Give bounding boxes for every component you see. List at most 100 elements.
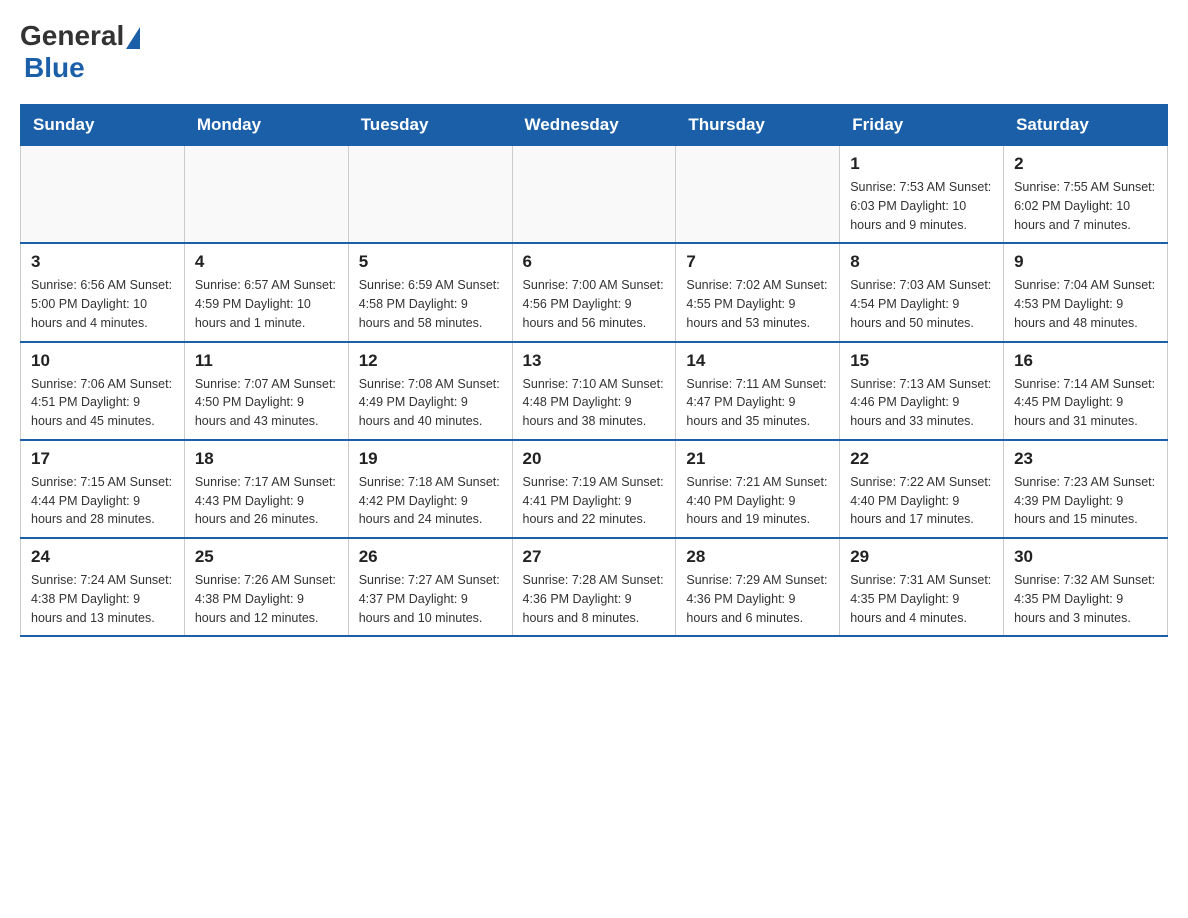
logo-triangle-icon bbox=[126, 27, 140, 49]
day-info: Sunrise: 7:17 AM Sunset: 4:43 PM Dayligh… bbox=[195, 473, 338, 529]
calendar-day-cell: 21 Sunrise: 7:21 AM Sunset: 4:40 PM Dayli… bbox=[676, 440, 840, 538]
calendar-week-row: 10 Sunrise: 7:06 AM Sunset: 4:51 PM Dayli… bbox=[21, 342, 1168, 440]
day-info: Sunrise: 7:03 AM Sunset: 4:54 PM Dayligh… bbox=[850, 276, 993, 332]
day-info: Sunrise: 7:22 AM Sunset: 4:40 PM Dayligh… bbox=[850, 473, 993, 529]
day-info: Sunrise: 7:08 AM Sunset: 4:49 PM Dayligh… bbox=[359, 375, 502, 431]
day-number: 23 bbox=[1014, 449, 1157, 469]
day-info: Sunrise: 7:29 AM Sunset: 4:36 PM Dayligh… bbox=[686, 571, 829, 627]
day-of-week-header: Monday bbox=[184, 105, 348, 146]
day-number: 19 bbox=[359, 449, 502, 469]
calendar-week-row: 1 Sunrise: 7:53 AM Sunset: 6:03 PM Daylig… bbox=[21, 146, 1168, 244]
day-info: Sunrise: 7:11 AM Sunset: 4:47 PM Dayligh… bbox=[686, 375, 829, 431]
day-info: Sunrise: 7:31 AM Sunset: 4:35 PM Dayligh… bbox=[850, 571, 993, 627]
day-number: 14 bbox=[686, 351, 829, 371]
day-of-week-header: Tuesday bbox=[348, 105, 512, 146]
day-number: 25 bbox=[195, 547, 338, 567]
calendar-day-cell bbox=[348, 146, 512, 244]
calendar-day-cell: 23 Sunrise: 7:23 AM Sunset: 4:39 PM Dayli… bbox=[1004, 440, 1168, 538]
day-of-week-header: Wednesday bbox=[512, 105, 676, 146]
calendar-day-cell: 11 Sunrise: 7:07 AM Sunset: 4:50 PM Dayli… bbox=[184, 342, 348, 440]
calendar-header-row: SundayMondayTuesdayWednesdayThursdayFrid… bbox=[21, 105, 1168, 146]
day-number: 22 bbox=[850, 449, 993, 469]
day-number: 4 bbox=[195, 252, 338, 272]
day-info: Sunrise: 7:23 AM Sunset: 4:39 PM Dayligh… bbox=[1014, 473, 1157, 529]
calendar-day-cell: 7 Sunrise: 7:02 AM Sunset: 4:55 PM Daylig… bbox=[676, 243, 840, 341]
calendar-day-cell: 25 Sunrise: 7:26 AM Sunset: 4:38 PM Dayli… bbox=[184, 538, 348, 636]
day-info: Sunrise: 7:21 AM Sunset: 4:40 PM Dayligh… bbox=[686, 473, 829, 529]
calendar-week-row: 24Sunrise: 7:24 AM Sunset: 4:38 PM Dayli… bbox=[21, 538, 1168, 636]
day-number: 3 bbox=[31, 252, 174, 272]
calendar-day-cell: 24Sunrise: 7:24 AM Sunset: 4:38 PM Dayli… bbox=[21, 538, 185, 636]
calendar-day-cell: 5Sunrise: 6:59 AM Sunset: 4:58 PM Daylig… bbox=[348, 243, 512, 341]
day-info: Sunrise: 7:55 AM Sunset: 6:02 PM Dayligh… bbox=[1014, 178, 1157, 234]
day-info: Sunrise: 7:53 AM Sunset: 6:03 PM Dayligh… bbox=[850, 178, 993, 234]
calendar-day-cell: 22 Sunrise: 7:22 AM Sunset: 4:40 PM Dayli… bbox=[840, 440, 1004, 538]
page-header: General Blue bbox=[20, 20, 1168, 84]
logo-general-text: General bbox=[20, 20, 124, 52]
day-number: 28 bbox=[686, 547, 829, 567]
day-number: 11 bbox=[195, 351, 338, 371]
calendar-day-cell bbox=[676, 146, 840, 244]
day-number: 26 bbox=[359, 547, 502, 567]
day-info: Sunrise: 7:07 AM Sunset: 4:50 PM Dayligh… bbox=[195, 375, 338, 431]
day-number: 5 bbox=[359, 252, 502, 272]
day-info: Sunrise: 7:32 AM Sunset: 4:35 PM Dayligh… bbox=[1014, 571, 1157, 627]
calendar-day-cell: 13 Sunrise: 7:10 AM Sunset: 4:48 PM Dayli… bbox=[512, 342, 676, 440]
day-info: Sunrise: 7:26 AM Sunset: 4:38 PM Dayligh… bbox=[195, 571, 338, 627]
logo-blue-text: Blue bbox=[24, 52, 85, 84]
day-number: 9 bbox=[1014, 252, 1157, 272]
day-of-week-header: Sunday bbox=[21, 105, 185, 146]
day-number: 29 bbox=[850, 547, 993, 567]
day-of-week-header: Saturday bbox=[1004, 105, 1168, 146]
calendar-day-cell: 14 Sunrise: 7:11 AM Sunset: 4:47 PM Dayli… bbox=[676, 342, 840, 440]
calendar-day-cell: 30 Sunrise: 7:32 AM Sunset: 4:35 PM Dayli… bbox=[1004, 538, 1168, 636]
calendar-day-cell: 3 Sunrise: 6:56 AM Sunset: 5:00 PM Daylig… bbox=[21, 243, 185, 341]
day-number: 1 bbox=[850, 154, 993, 174]
calendar-day-cell: 27 Sunrise: 7:28 AM Sunset: 4:36 PM Dayli… bbox=[512, 538, 676, 636]
calendar-day-cell: 8 Sunrise: 7:03 AM Sunset: 4:54 PM Daylig… bbox=[840, 243, 1004, 341]
day-info: Sunrise: 7:02 AM Sunset: 4:55 PM Dayligh… bbox=[686, 276, 829, 332]
day-number: 7 bbox=[686, 252, 829, 272]
calendar-week-row: 17 Sunrise: 7:15 AM Sunset: 4:44 PM Dayli… bbox=[21, 440, 1168, 538]
day-number: 21 bbox=[686, 449, 829, 469]
calendar-day-cell: 20 Sunrise: 7:19 AM Sunset: 4:41 PM Dayli… bbox=[512, 440, 676, 538]
day-number: 13 bbox=[523, 351, 666, 371]
calendar-day-cell: 29 Sunrise: 7:31 AM Sunset: 4:35 PM Dayli… bbox=[840, 538, 1004, 636]
day-info: Sunrise: 7:13 AM Sunset: 4:46 PM Dayligh… bbox=[850, 375, 993, 431]
day-number: 17 bbox=[31, 449, 174, 469]
calendar-day-cell: 1 Sunrise: 7:53 AM Sunset: 6:03 PM Daylig… bbox=[840, 146, 1004, 244]
day-number: 6 bbox=[523, 252, 666, 272]
day-info: Sunrise: 7:27 AM Sunset: 4:37 PM Dayligh… bbox=[359, 571, 502, 627]
calendar-day-cell: 19 Sunrise: 7:18 AM Sunset: 4:42 PM Dayli… bbox=[348, 440, 512, 538]
calendar-day-cell: 18 Sunrise: 7:17 AM Sunset: 4:43 PM Dayli… bbox=[184, 440, 348, 538]
day-info: Sunrise: 7:19 AM Sunset: 4:41 PM Dayligh… bbox=[523, 473, 666, 529]
day-number: 30 bbox=[1014, 547, 1157, 567]
day-number: 10 bbox=[31, 351, 174, 371]
day-info: Sunrise: 7:18 AM Sunset: 4:42 PM Dayligh… bbox=[359, 473, 502, 529]
day-info: Sunrise: 7:28 AM Sunset: 4:36 PM Dayligh… bbox=[523, 571, 666, 627]
day-number: 27 bbox=[523, 547, 666, 567]
day-info: Sunrise: 7:06 AM Sunset: 4:51 PM Dayligh… bbox=[31, 375, 174, 431]
day-info: Sunrise: 6:56 AM Sunset: 5:00 PM Dayligh… bbox=[31, 276, 174, 332]
day-number: 18 bbox=[195, 449, 338, 469]
calendar-day-cell: 26 Sunrise: 7:27 AM Sunset: 4:37 PM Dayli… bbox=[348, 538, 512, 636]
calendar-day-cell: 12Sunrise: 7:08 AM Sunset: 4:49 PM Dayli… bbox=[348, 342, 512, 440]
day-number: 20 bbox=[523, 449, 666, 469]
calendar-day-cell: 6 Sunrise: 7:00 AM Sunset: 4:56 PM Daylig… bbox=[512, 243, 676, 341]
day-number: 15 bbox=[850, 351, 993, 371]
calendar-day-cell bbox=[512, 146, 676, 244]
calendar-day-cell bbox=[184, 146, 348, 244]
day-number: 8 bbox=[850, 252, 993, 272]
calendar-day-cell: 15 Sunrise: 7:13 AM Sunset: 4:46 PM Dayli… bbox=[840, 342, 1004, 440]
day-info: Sunrise: 6:57 AM Sunset: 4:59 PM Dayligh… bbox=[195, 276, 338, 332]
day-info: Sunrise: 7:14 AM Sunset: 4:45 PM Dayligh… bbox=[1014, 375, 1157, 431]
day-number: 16 bbox=[1014, 351, 1157, 371]
day-info: Sunrise: 7:15 AM Sunset: 4:44 PM Dayligh… bbox=[31, 473, 174, 529]
day-info: Sunrise: 7:00 AM Sunset: 4:56 PM Dayligh… bbox=[523, 276, 666, 332]
calendar-day-cell: 2Sunrise: 7:55 AM Sunset: 6:02 PM Daylig… bbox=[1004, 146, 1168, 244]
day-info: Sunrise: 7:04 AM Sunset: 4:53 PM Dayligh… bbox=[1014, 276, 1157, 332]
day-number: 24 bbox=[31, 547, 174, 567]
calendar-day-cell bbox=[21, 146, 185, 244]
day-info: Sunrise: 7:10 AM Sunset: 4:48 PM Dayligh… bbox=[523, 375, 666, 431]
calendar-day-cell: 4 Sunrise: 6:57 AM Sunset: 4:59 PM Daylig… bbox=[184, 243, 348, 341]
